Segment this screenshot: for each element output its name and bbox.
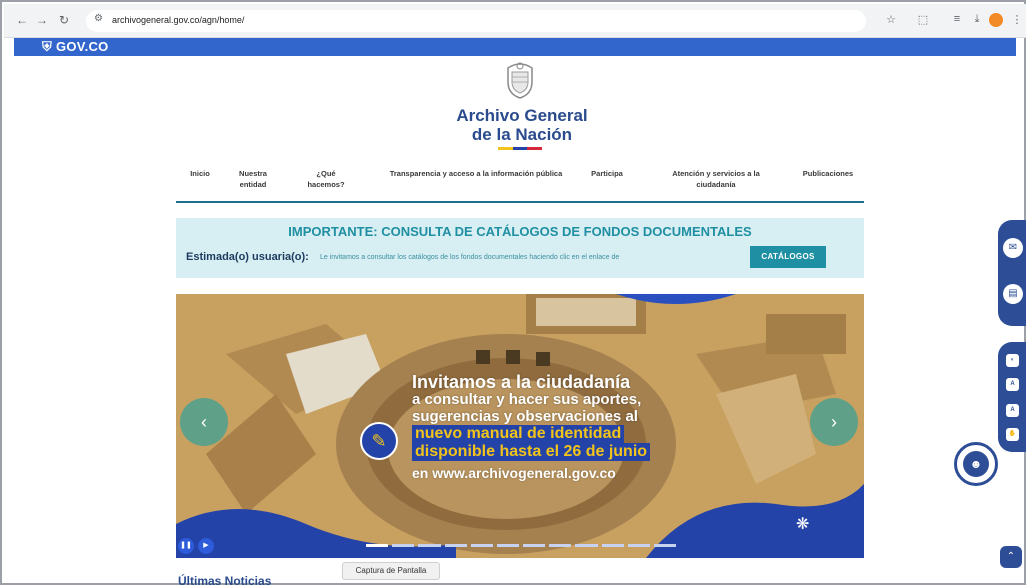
carousel-prev-button[interactable]: ‹ [180,398,228,446]
gov-co-bar: ⛨ GOV.CO [14,38,1016,56]
nav-item-nuestra-entidad[interactable]: Nuestra entidad [232,168,274,190]
banner-line-4: nuevo manual de identidad [412,425,625,443]
hero-carousel[interactable]: ‹ › ✎ Invitamos a la ciudadanía a consul… [176,294,864,558]
nav-item-participa[interactable]: Participa [580,168,634,179]
download-icon[interactable]: ⤓ [970,13,984,26]
notice-title: IMPORTANTE: CONSULTA DE CATÁLOGOS DE FON… [288,224,752,239]
main-navigation: Inicio Nuestra entidad ¿Qué hacemos? Tra… [176,168,864,200]
carousel-next-button[interactable]: › [810,398,858,446]
gov-co-logo[interactable]: ⛨ GOV.CO [42,39,109,55]
accessibility-rail: ◐ A A ✋ [998,342,1026,452]
reload-icon[interactable]: ↻ [56,12,72,28]
carousel-pause-icon[interactable]: ❚❚ [178,538,194,554]
carousel-dot[interactable] [627,544,650,547]
carousel-dot[interactable] [470,544,493,547]
banner-line-2: a consultar y hacer sus aportes, [412,391,642,408]
carousel-dot[interactable] [575,544,598,547]
coat-of-arms-icon [507,62,533,99]
news-heading: Últimas Noticias [178,574,272,588]
sign-language-icon[interactable]: ✋ [1006,428,1019,441]
nav-item-transparencia[interactable]: Transparencia y acceso a la información … [386,168,566,179]
nav-item-publicaciones[interactable]: Publicaciones [794,168,862,179]
carousel-dot[interactable] [392,544,415,547]
nav-item-atencion[interactable]: Atención y servicios a la ciudadanía [656,168,776,190]
forward-arrow-icon[interactable]: → [34,12,50,28]
browser-toolbar: ← → ↻ ⚙ archivogeneral.gov.co/agn/home/ … [4,4,1026,38]
carousel-dot[interactable] [601,544,624,547]
bookmark-star-icon[interactable]: ☆ [884,13,898,26]
banner-line-5: disponible hasta el 26 de junio [412,443,651,461]
banner-line-1: Invitamos a la ciudadanía [412,372,631,392]
catalogos-button[interactable]: CATÁLOGOS [750,246,826,268]
carousel-dot[interactable] [366,544,389,547]
flag-stripe [498,147,543,150]
site-info-icon[interactable]: ⚙ [94,13,103,24]
document-icon[interactable]: ▤ [1003,284,1023,304]
chat-bubble-icon[interactable]: ✉ [1003,238,1023,258]
url-text: archivogeneral.gov.co/agn/home/ [112,15,245,25]
scroll-to-top-button[interactable]: ⌃ [1000,546,1022,568]
carousel-dot[interactable] [496,544,520,547]
contact-rail: ✉ ▤ [998,220,1026,326]
address-bar[interactable]: ⚙ archivogeneral.gov.co/agn/home/ [86,10,866,32]
font-increase-icon[interactable]: A [1006,404,1019,417]
banner-line-6: en www.archivogeneral.gov.co [412,465,616,481]
browser-window: ← → ↻ ⚙ archivogeneral.gov.co/agn/home/ … [0,0,1026,588]
back-arrow-icon[interactable]: ← [14,12,30,28]
notice-greeting: Estimada(o) usuaria(o): [186,251,309,263]
extensions-icon[interactable]: ⬚ [916,13,930,26]
reading-mode-icon[interactable]: ≡ [950,13,964,25]
carousel-dot[interactable] [444,544,467,547]
profile-avatar-icon[interactable] [989,13,1003,27]
nav-item-que-hacemos[interactable]: ¿Qué hacemos? [304,168,348,190]
nav-item-inicio[interactable]: Inicio [182,168,218,179]
banner-line-3: sugerencias y observaciones al [412,408,638,425]
menu-dots-icon[interactable]: ⋮ [1010,13,1024,26]
nav-underline [176,201,864,203]
chevron-up-icon: ⌃ [1006,551,1016,562]
font-decrease-icon[interactable]: A [1006,378,1019,391]
accessibility-button[interactable]: ☻ [954,442,998,486]
lightbulb-chat-icon: ✎ [360,422,398,460]
carousel-dot[interactable] [523,544,546,547]
carousel-play-icon[interactable]: ▶ [198,538,214,554]
carousel-dot[interactable] [549,544,572,547]
site-title[interactable]: Archivo General de la Nación [422,106,622,144]
carousel-dot[interactable] [418,544,441,547]
shield-icon: ⛨ [42,39,53,54]
screenshot-tooltip: Captura de Pantalla [342,562,440,580]
contrast-icon[interactable]: ◐ [1006,354,1019,367]
carousel-dot[interactable] [653,544,677,547]
banner-message: Invitamos a la ciudadanía a consultar y … [412,372,651,482]
agn-seal-icon: ❋ [796,516,810,533]
notice-text: Le invitamos a consultar los catálogos d… [320,254,620,261]
person-icon: ☻ [963,451,989,477]
catalog-notice: IMPORTANTE: CONSULTA DE CATÁLOGOS DE FON… [176,218,864,278]
carousel-indicators [366,544,677,548]
